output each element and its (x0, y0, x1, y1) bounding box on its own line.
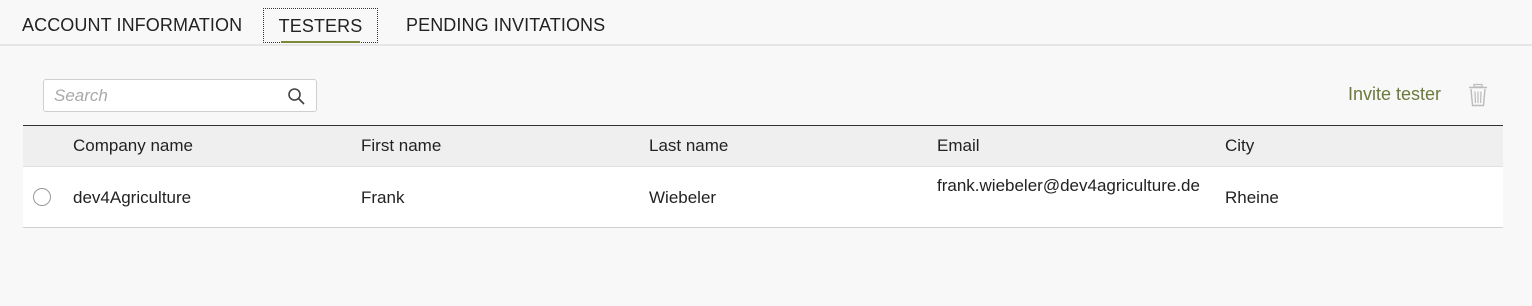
tab-account-information[interactable]: ACCOUNT INFORMATION (22, 8, 242, 42)
column-header-last-name[interactable]: Last name (649, 126, 728, 166)
column-header-first-name[interactable]: First name (361, 126, 441, 166)
testers-table: Company name First name Last name Email … (23, 125, 1503, 228)
tab-testers[interactable]: TESTERS (263, 8, 378, 43)
row-select-radio[interactable] (33, 188, 51, 206)
column-header-city[interactable]: City (1225, 126, 1254, 166)
search-icon[interactable] (287, 87, 305, 105)
table-row[interactable]: dev4Agriculture Frank Wiebeler frank.wie… (23, 167, 1503, 228)
column-header-company[interactable]: Company name (73, 126, 193, 166)
cell-city: Rheine (1225, 188, 1279, 207)
cell-last-name: Wiebeler (649, 188, 717, 207)
tab-bar: ACCOUNT INFORMATION TESTERS PENDING INVI… (0, 0, 1532, 46)
search-box (43, 79, 317, 112)
table-header: Company name First name Last name Email … (23, 126, 1503, 167)
tab-pending-invitations[interactable]: PENDING INVITATIONS (406, 8, 605, 42)
cell-company: dev4Agriculture (73, 188, 192, 207)
search-input[interactable] (54, 80, 274, 111)
cell-email: frank.wiebeler@dev4agriculture.de (937, 176, 1200, 195)
trash-icon[interactable] (1467, 83, 1489, 107)
invite-tester-button[interactable]: Invite tester (1348, 84, 1441, 105)
column-header-email[interactable]: Email (937, 126, 980, 166)
cell-first-name: Frank (361, 188, 405, 207)
